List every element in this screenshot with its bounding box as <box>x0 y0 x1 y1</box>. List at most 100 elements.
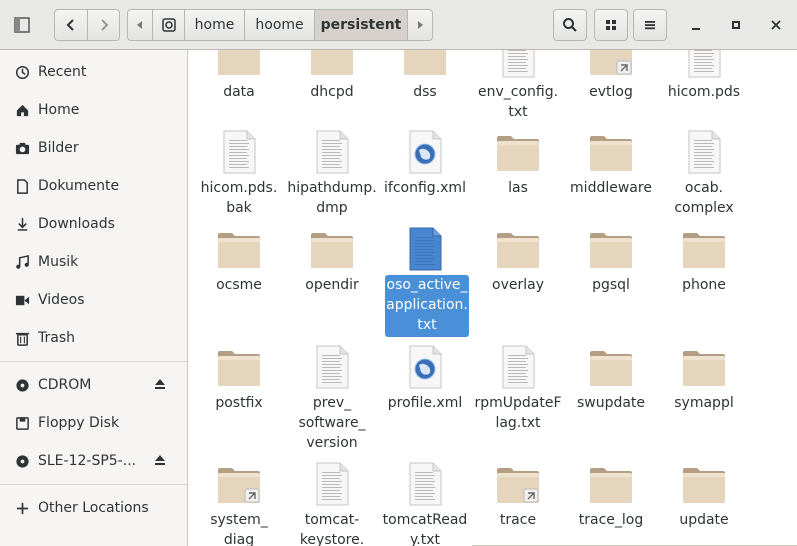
breadcrumb-persistent[interactable]: persistent <box>314 9 408 41</box>
file-item[interactable]: opendir <box>287 225 377 305</box>
file-name: dss <box>413 84 437 100</box>
folder-icon <box>308 50 356 80</box>
file-name: overlay <box>492 277 544 293</box>
folder-icon <box>680 343 728 391</box>
breadcrumb-hoome[interactable]: hoome <box>244 9 315 41</box>
file-item[interactable]: tomcatRead y.txt <box>380 460 470 546</box>
file-item[interactable]: tomcat- keystore. <box>287 460 377 546</box>
file-item[interactable]: trace <box>473 460 563 540</box>
view-grid-button[interactable] <box>594 9 628 41</box>
file-item[interactable]: hicom.pds <box>659 50 749 112</box>
sidebar-toggle-button[interactable] <box>6 9 38 41</box>
plus-icon <box>14 500 30 516</box>
sidebar-item-label: Bilder <box>38 140 79 156</box>
file-name: hicom.pds. bak <box>200 180 278 216</box>
file-name: evtlog <box>589 84 633 100</box>
back-button[interactable] <box>54 9 88 41</box>
text-file-icon <box>308 128 356 176</box>
file-item[interactable]: env_config. txt <box>473 50 563 120</box>
video-icon <box>14 292 30 308</box>
folder-icon <box>680 460 728 508</box>
folder-icon <box>587 343 635 391</box>
document-icon <box>14 178 30 194</box>
file-name: las <box>508 180 528 196</box>
clock-icon <box>14 64 30 80</box>
folder-icon <box>308 225 356 273</box>
file-name: postfix <box>215 395 263 411</box>
breadcrumb-home[interactable]: home <box>184 9 245 41</box>
file-name: opendir <box>305 277 359 293</box>
root-location-button[interactable] <box>152 9 185 41</box>
folder-icon <box>587 460 635 508</box>
file-item[interactable]: data <box>194 50 284 112</box>
file-name: hicom.pds <box>667 84 741 100</box>
minimize-button[interactable] <box>680 9 712 41</box>
sidebar-item-sle[interactable]: SLE-12-SP5-... <box>0 442 187 480</box>
file-item[interactable]: profile.xml <box>380 343 470 423</box>
file-item[interactable]: ifconfig.xml <box>380 128 470 208</box>
file-item[interactable]: pgsql <box>566 225 656 305</box>
file-item[interactable]: rpmUpdateF lag.txt <box>473 343 563 431</box>
sidebar-item-cdrom[interactable]: CDROM <box>0 366 187 404</box>
file-name: prev_ software_ version <box>298 395 366 451</box>
sidebar-item-recent[interactable]: Recent <box>0 53 187 91</box>
folder-icon <box>215 50 263 80</box>
file-item[interactable]: phone <box>659 225 749 305</box>
file-item[interactable]: prev_ software_ version <box>287 343 377 451</box>
sidebar-item-trash[interactable]: Trash <box>0 319 187 357</box>
path-scroll-right-button[interactable] <box>407 9 433 41</box>
folder-icon <box>587 128 635 176</box>
file-item[interactable]: update <box>659 460 749 540</box>
file-item[interactable]: dhcpd <box>287 50 377 112</box>
grid-view-icon <box>606 20 616 30</box>
file-name: tomcatRead y.txt <box>382 512 468 546</box>
eject-icon[interactable] <box>153 453 167 467</box>
file-item[interactable]: postfix <box>194 343 284 423</box>
sidebar-item-musik[interactable]: Musik <box>0 243 187 281</box>
file-item[interactable]: hipathdump. dmp <box>287 128 377 216</box>
file-name: env_config. txt <box>477 84 559 120</box>
maximize-button[interactable] <box>720 9 752 41</box>
close-button[interactable] <box>760 9 792 41</box>
eject-icon[interactable] <box>153 377 167 391</box>
triangle-right-icon <box>418 21 423 29</box>
file-item[interactable]: system_ diag <box>194 460 284 546</box>
file-item[interactable]: ocab. complex <box>659 128 749 216</box>
file-item[interactable]: overlay <box>473 225 563 305</box>
home-icon <box>14 102 30 118</box>
search-button[interactable] <box>553 9 587 41</box>
folder-link-icon <box>215 460 263 508</box>
sidebar-item-label: Home <box>38 102 80 118</box>
file-item[interactable]: hicom.pds. bak <box>194 128 284 216</box>
folder-icon <box>587 225 635 273</box>
file-item[interactable]: las <box>473 128 563 208</box>
sidebar-item-label: CDROM <box>38 377 92 393</box>
sidebar-item-label: Floppy Disk <box>38 415 120 431</box>
sidebar-item-label: SLE-12-SP5-... <box>38 453 137 469</box>
text-file-icon <box>680 128 728 176</box>
sidebar-item-videos[interactable]: Videos <box>0 281 187 319</box>
file-item[interactable]: swupdate <box>566 343 656 423</box>
file-name: system_ diag <box>210 512 268 546</box>
file-item[interactable]: middleware <box>566 128 656 208</box>
file-item[interactable]: trace_log <box>566 460 656 540</box>
file-item[interactable]: ocsme <box>194 225 284 305</box>
file-item[interactable]: oso_active_ application. txt <box>380 225 470 337</box>
folder-icon <box>494 225 542 273</box>
sidebar-divider <box>0 484 187 485</box>
floppy-icon <box>14 415 30 431</box>
forward-button[interactable] <box>87 9 120 41</box>
sidebar-item-home[interactable]: Home <box>0 91 187 129</box>
sidebar-item-other-locations[interactable]: Other Locations <box>0 489 187 527</box>
file-item[interactable]: dss <box>380 50 470 112</box>
sidebar-item-downloads[interactable]: Downloads <box>0 205 187 243</box>
path-scroll-left-button[interactable] <box>127 9 153 41</box>
folder-icon <box>494 128 542 176</box>
sidebar-item-dokumente[interactable]: Dokumente <box>0 167 187 205</box>
file-item[interactable]: evtlog <box>566 50 656 112</box>
text-file-icon <box>401 225 449 273</box>
sidebar-item-bilder[interactable]: Bilder <box>0 129 187 167</box>
menu-button[interactable] <box>633 9 667 41</box>
file-item[interactable]: symappl <box>659 343 749 423</box>
sidebar-item-floppy-disk[interactable]: Floppy Disk <box>0 404 187 442</box>
